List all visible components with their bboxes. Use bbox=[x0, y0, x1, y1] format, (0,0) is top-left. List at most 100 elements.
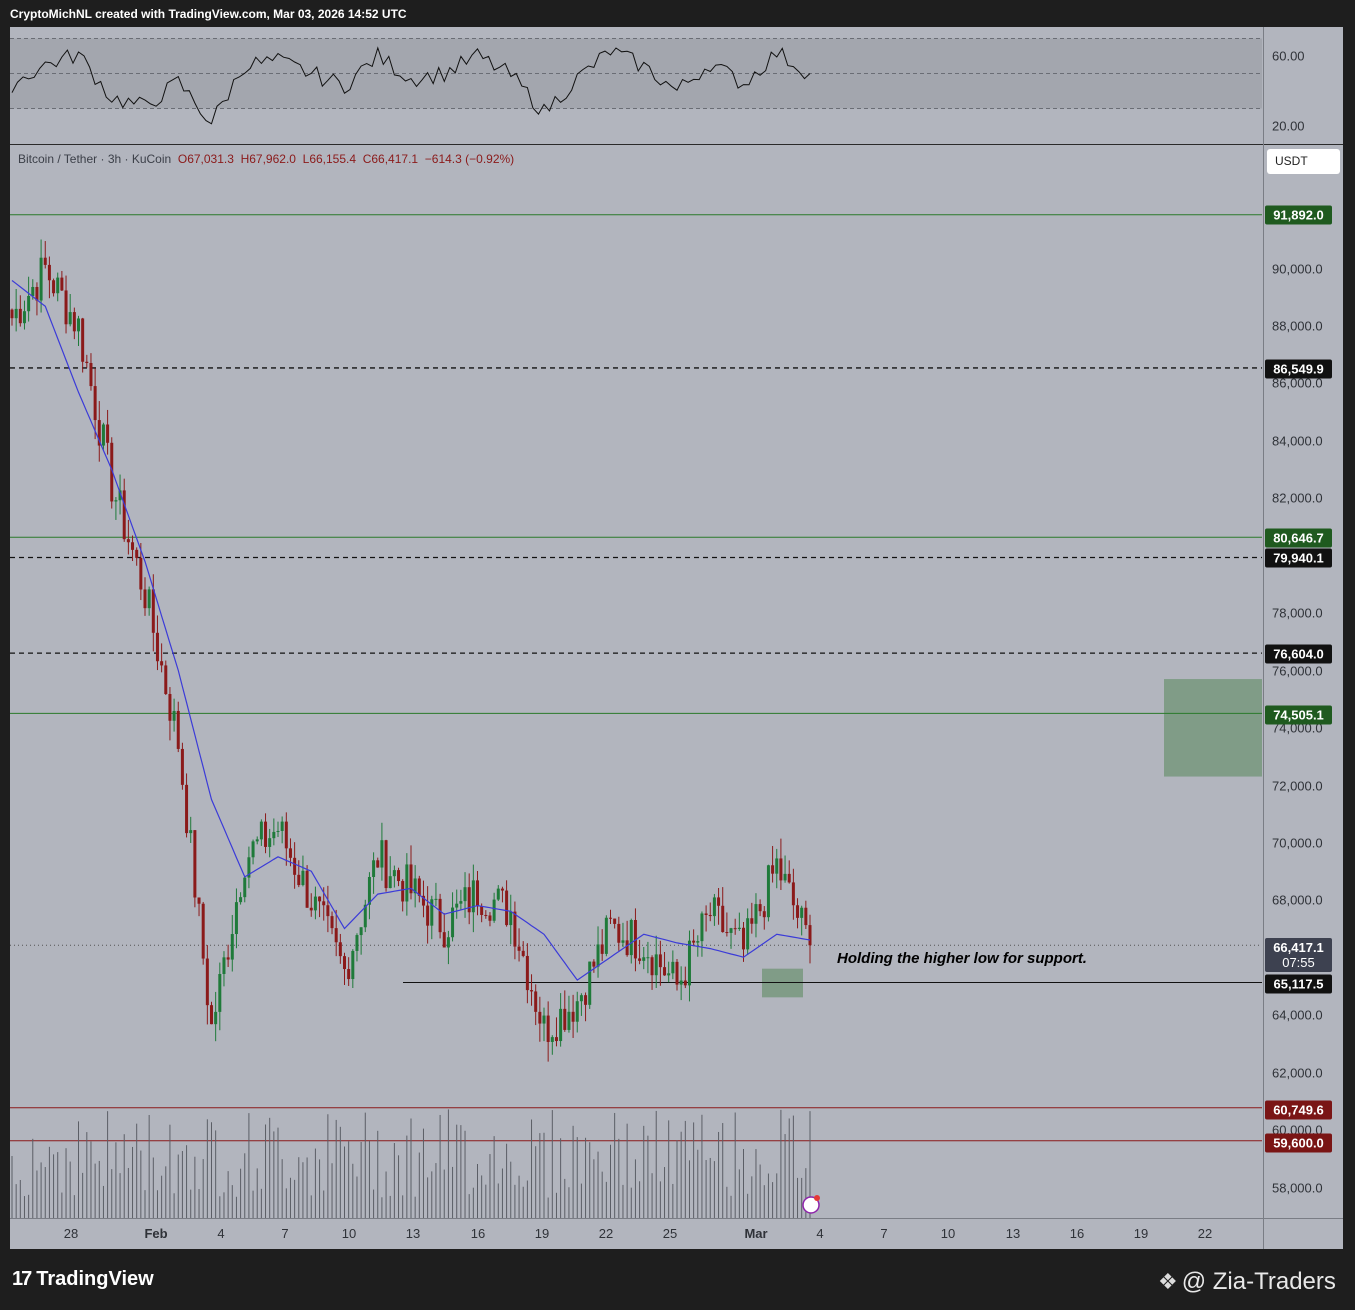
candle-body bbox=[131, 542, 135, 550]
candle-body bbox=[147, 589, 151, 609]
symbol-pair: Bitcoin / Tether · 3h · KuCoin bbox=[18, 152, 172, 166]
candle-body bbox=[459, 901, 463, 904]
candle-body bbox=[239, 897, 243, 903]
candle-body bbox=[301, 870, 305, 886]
time-tick-label: 28 bbox=[63, 1226, 79, 1241]
candle-body bbox=[654, 954, 658, 976]
candle-body bbox=[708, 914, 712, 917]
candle-body bbox=[343, 956, 346, 970]
candle-body bbox=[712, 897, 716, 917]
price-tick-label: 78,000.0 bbox=[1272, 605, 1323, 621]
candle-body bbox=[193, 830, 197, 898]
candle-body bbox=[226, 957, 230, 960]
candle-body bbox=[380, 840, 384, 868]
candle-body bbox=[85, 361, 89, 364]
candle-body bbox=[729, 928, 733, 933]
time-tick-label: 7 bbox=[281, 1226, 289, 1241]
candle-body bbox=[700, 913, 704, 942]
symbol-info: Bitcoin / Tether · 3h · KuCoin O67,031.3… bbox=[18, 152, 514, 166]
candle-body bbox=[259, 821, 263, 840]
candle-body bbox=[334, 928, 338, 943]
candle-body bbox=[168, 694, 172, 721]
candle-body bbox=[405, 864, 409, 902]
candle-body bbox=[114, 500, 118, 502]
watermark: ❖ @ Zia-Traders bbox=[1158, 1268, 1336, 1296]
price-tick-label: 76,000.0 bbox=[1272, 663, 1323, 679]
candle-body bbox=[766, 865, 770, 918]
candle-body bbox=[376, 860, 380, 868]
level-badge-65117[interactable]: 65,117.5 bbox=[1265, 974, 1332, 994]
level-badge-76604[interactable]: 76,604.0 bbox=[1265, 644, 1332, 664]
candle-body bbox=[717, 897, 721, 906]
candle-body bbox=[721, 905, 725, 933]
level-badge-60749[interactable]: 60,749.6 bbox=[1265, 1100, 1332, 1120]
candle-body bbox=[322, 901, 326, 906]
candle-body bbox=[534, 991, 538, 1012]
tradingview-logo[interactable]: 17 TradingView bbox=[12, 1268, 154, 1291]
candle-body bbox=[214, 1011, 218, 1025]
chart-annotation[interactable]: Holding the higher low for support. bbox=[837, 950, 1087, 967]
target-zone bbox=[1164, 679, 1262, 777]
candle-body bbox=[791, 882, 795, 906]
candle-body bbox=[509, 911, 513, 926]
candle-body bbox=[359, 927, 363, 936]
candle-body bbox=[446, 937, 450, 948]
candle-body bbox=[754, 904, 758, 924]
chart-canvas[interactable] bbox=[0, 0, 1355, 1310]
candle-body bbox=[52, 280, 56, 294]
candle-body bbox=[305, 870, 309, 908]
candle-body bbox=[650, 957, 654, 976]
candle-body bbox=[434, 898, 438, 900]
candle-body bbox=[351, 950, 355, 980]
tradingview-mark-icon: 17 bbox=[12, 1268, 32, 1290]
candle-body bbox=[101, 424, 105, 446]
level-badge-91892[interactable]: 91,892.0 bbox=[1265, 205, 1332, 225]
price-tick-label: 72,000.0 bbox=[1272, 778, 1323, 794]
candle-body bbox=[758, 904, 762, 912]
candle-body bbox=[517, 946, 521, 951]
candle-body bbox=[642, 957, 646, 961]
candle-body bbox=[646, 957, 650, 959]
price-tick-label: 58,000.0 bbox=[1272, 1180, 1323, 1196]
currency-button[interactable]: USDT bbox=[1267, 149, 1340, 174]
time-tick-label: Mar bbox=[744, 1226, 768, 1241]
candle-body bbox=[401, 881, 405, 902]
pane-separator[interactable] bbox=[10, 144, 1343, 145]
candle-body bbox=[255, 839, 259, 842]
price-tick-label: 90,000.0 bbox=[1272, 261, 1323, 277]
last-price-badge[interactable]: 66,417.1 07:55 bbox=[1265, 938, 1332, 972]
candle-body bbox=[367, 876, 371, 905]
candle-body bbox=[151, 589, 155, 633]
candle-body bbox=[625, 940, 629, 956]
candle-body bbox=[347, 969, 351, 980]
candle-body bbox=[629, 920, 633, 956]
candle-body bbox=[27, 295, 31, 312]
level-badge-79940[interactable]: 79,940.1 bbox=[1265, 548, 1332, 568]
candle-body bbox=[185, 784, 189, 834]
candle-body bbox=[696, 941, 700, 943]
candle-body bbox=[692, 940, 696, 943]
candle-body bbox=[658, 954, 662, 968]
candle-body bbox=[746, 918, 750, 950]
candle-body bbox=[251, 841, 255, 858]
candle-body bbox=[309, 907, 313, 911]
candle-body bbox=[476, 880, 479, 907]
candle-body bbox=[596, 944, 600, 967]
level-badge-86549[interactable]: 86,549.9 bbox=[1265, 359, 1332, 379]
candle-body bbox=[704, 913, 708, 915]
candle-body bbox=[68, 312, 72, 325]
watermark-text: @ Zia-Traders bbox=[1181, 1268, 1336, 1295]
candle-body bbox=[663, 967, 667, 976]
candle-body bbox=[525, 955, 529, 991]
candle-body bbox=[521, 950, 525, 956]
level-badge-80646[interactable]: 80,646.7 bbox=[1265, 528, 1332, 548]
candle-body bbox=[297, 874, 301, 886]
level-badge-74505[interactable]: 74,505.1 bbox=[1265, 705, 1332, 725]
time-tick-label: 19 bbox=[1133, 1226, 1149, 1241]
rsi-tick-label: 60.00 bbox=[1272, 48, 1305, 64]
level-badge-59600[interactable]: 59,600.0 bbox=[1265, 1133, 1332, 1153]
candle-body bbox=[687, 940, 691, 986]
candle-body bbox=[176, 710, 180, 749]
candle-body bbox=[392, 870, 396, 877]
price-tick-label: 84,000.0 bbox=[1272, 433, 1323, 449]
